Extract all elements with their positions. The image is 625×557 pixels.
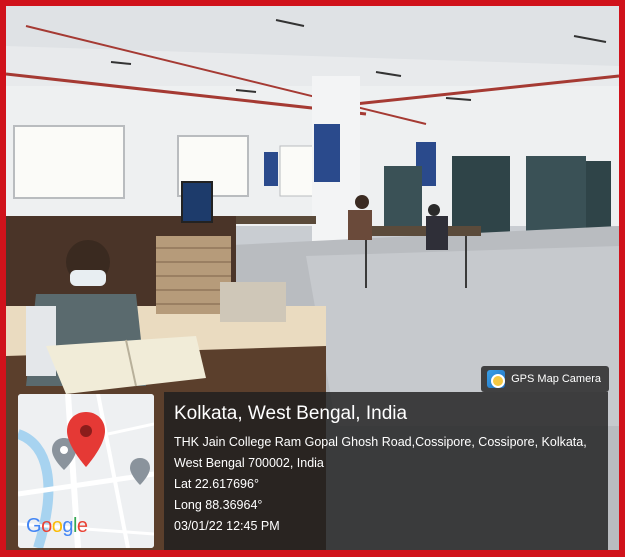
datetime: 03/01/22 12:45 PM <box>174 519 280 533</box>
location-details: Kolkata, West Bengal, India THK Jain Col… <box>164 392 608 550</box>
gps-map-camera-badge: GPS Map Camera <box>481 366 609 392</box>
library-photo: GPS Map Camera Google Kolkata, West Beng… <box>6 6 619 550</box>
latitude: Lat 22.617696° <box>174 477 259 491</box>
gps-map-camera-icon <box>487 370 506 388</box>
google-logo: Google <box>26 515 88 537</box>
location-info-panel: Google Kolkata, West Bengal, India THK J… <box>18 392 608 550</box>
map-thumbnail: Google <box>18 394 154 548</box>
longitude: Long 88.36964° <box>174 498 263 512</box>
address-line-1: THK Jain College Ram Gopal Ghosh Road,Co… <box>174 435 587 449</box>
location-city: Kolkata, West Bengal, India <box>174 403 408 424</box>
photo-frame: GPS Map Camera Google Kolkata, West Beng… <box>0 0 625 557</box>
address-line-2: West Bengal 700002, India <box>174 456 324 470</box>
badge-label: GPS Map Camera <box>511 373 601 385</box>
